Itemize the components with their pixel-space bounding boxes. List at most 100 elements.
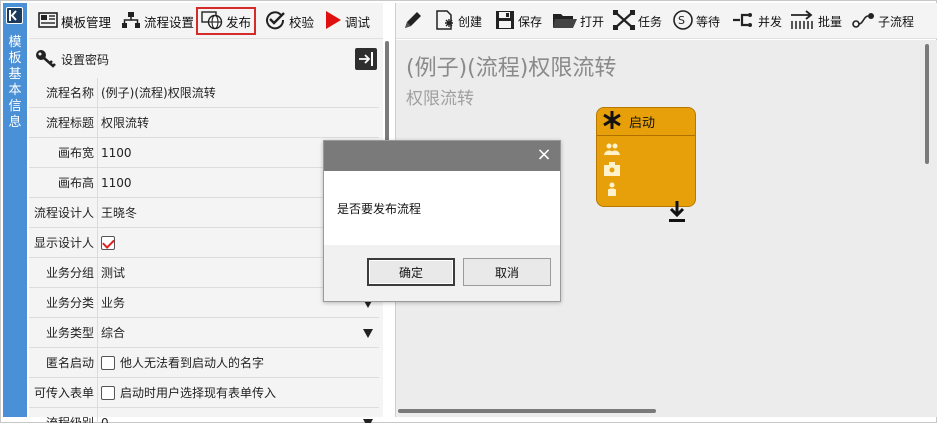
key-icon xyxy=(35,48,57,71)
dialog-footer: 确定 取消 xyxy=(324,245,560,301)
validate-label: 校验 xyxy=(289,14,315,30)
property-label: 业务分组 xyxy=(45,266,94,280)
debug-label: 调试 xyxy=(345,14,371,30)
property-label: 可传入表单 xyxy=(33,386,94,400)
template-manage-button[interactable]: 模板管理 xyxy=(35,8,114,34)
property-label: 流程名称 xyxy=(45,86,94,100)
set-password-label: 设置密码 xyxy=(61,52,110,67)
main-toolbar: 模板管理 流程设置 发布 校验 调试 xyxy=(29,3,383,39)
canvas-subtitle: 权限流转 xyxy=(406,89,474,109)
property-label: 业务分类 xyxy=(45,296,94,310)
open-button[interactable]: 打开 xyxy=(552,9,604,33)
save-icon xyxy=(494,9,516,34)
property-label: 流程设计人 xyxy=(33,206,94,220)
dialog-header: × xyxy=(324,141,560,171)
person-icon xyxy=(604,182,620,196)
download-arrow-icon[interactable] xyxy=(668,200,686,227)
save-button[interactable]: 保存 xyxy=(494,9,542,33)
wait-button[interactable]: S 等待 xyxy=(672,9,720,33)
show-designer-checkbox[interactable] xyxy=(101,235,115,250)
subflow-icon xyxy=(852,9,876,34)
canvas-title: (例子)(流程)权限流转 xyxy=(406,56,617,81)
anonymous-start-checkbox[interactable] xyxy=(101,355,115,370)
flow-settings-label: 流程设置 xyxy=(144,14,195,30)
task-button[interactable]: 任务 xyxy=(612,9,662,33)
select-value: 综合 xyxy=(101,326,126,340)
tab-label: 模板基本信息 xyxy=(8,35,22,130)
edit-button[interactable] xyxy=(402,9,424,33)
property-label: 流程级别 xyxy=(45,416,94,423)
batch-button[interactable]: 批量 xyxy=(790,9,842,33)
pass-form-cell: 启动时用户选择现有表单传入 xyxy=(97,377,379,408)
subflow-button[interactable]: 子流程 xyxy=(852,9,914,33)
canvas-vertical-scrollbar[interactable] xyxy=(925,44,929,164)
fork-icon xyxy=(732,9,756,34)
select-value: 业务 xyxy=(101,296,126,310)
flow-title-field[interactable]: 权限流转 xyxy=(97,107,379,138)
publish-button[interactable]: 发布 xyxy=(196,7,257,35)
pass-form-checkbox[interactable] xyxy=(101,385,115,400)
checkbox-caption: 他人无法看到启动人的名字 xyxy=(120,356,265,370)
business-type-select[interactable]: 综合 xyxy=(97,317,379,348)
property-row[interactable]: 流程标题 权限流转 xyxy=(29,107,379,138)
publish-confirm-dialog: × 是否要发布流程 确定 取消 xyxy=(323,140,561,302)
property-row[interactable]: 可传入表单 启动时用户选择现有表单传入 xyxy=(29,377,379,408)
new-file-icon xyxy=(434,9,456,34)
close-icon[interactable]: × xyxy=(536,146,552,164)
batch-icon xyxy=(790,9,816,34)
confirm-button[interactable]: 确定 xyxy=(367,258,455,286)
canvas-horizontal-scrollbar[interactable] xyxy=(398,409,656,413)
group-icon xyxy=(604,142,620,156)
create-button[interactable]: 创建 xyxy=(434,9,482,33)
property-row[interactable]: 流程名称 (例子)(流程)权限流转 xyxy=(29,77,379,108)
select-value: 0 xyxy=(101,415,109,423)
property-row[interactable]: 匿名启动 他人无法看到启动人的名字 xyxy=(29,347,379,378)
flow-settings-button[interactable]: 流程设置 xyxy=(118,8,197,34)
collapse-panel-button[interactable] xyxy=(355,48,377,70)
property-label: 画布高 xyxy=(57,176,94,190)
pencil-icon xyxy=(402,9,424,34)
template-icon xyxy=(38,11,58,32)
template-manage-label: 模板管理 xyxy=(61,14,112,30)
asterisk-icon xyxy=(601,109,623,135)
template-info-tab[interactable]: 模板基本信息 xyxy=(3,3,27,417)
flow-level-select[interactable]: 0 xyxy=(97,407,379,423)
task-label: 任务 xyxy=(638,14,663,29)
anonymous-start-cell: 他人无法看到启动人的名字 xyxy=(97,347,379,378)
subflow-label: 子流程 xyxy=(878,14,915,29)
property-label: 匿名启动 xyxy=(45,356,94,370)
play-icon xyxy=(324,10,342,33)
wait-label: 等待 xyxy=(696,14,721,29)
create-label: 创建 xyxy=(458,14,483,29)
folder-icon xyxy=(552,9,578,34)
back-icon[interactable] xyxy=(6,7,23,24)
parallel-label: 并发 xyxy=(758,14,783,29)
batch-label: 批量 xyxy=(818,14,843,29)
collapse-icon xyxy=(359,52,373,66)
wait-icon: S xyxy=(672,9,694,34)
globe-icon xyxy=(201,10,223,33)
start-node[interactable]: 启动 xyxy=(596,107,696,207)
chevron-down-icon[interactable] xyxy=(363,328,373,338)
start-node-header: 启动 xyxy=(597,108,695,136)
debug-button[interactable]: 调试 xyxy=(321,8,373,34)
svg-text:S: S xyxy=(678,14,685,27)
parallel-button[interactable]: 并发 xyxy=(732,9,782,33)
flow-tree-icon xyxy=(121,11,141,32)
save-label: 保存 xyxy=(518,14,543,29)
validate-button[interactable]: 校验 xyxy=(261,8,317,34)
chevron-down-icon[interactable] xyxy=(363,418,373,423)
property-label: 显示设计人 xyxy=(33,236,94,250)
publish-label: 发布 xyxy=(226,14,252,30)
cancel-button[interactable]: 取消 xyxy=(463,258,551,286)
checkbox-caption: 启动时用户选择现有表单传入 xyxy=(120,386,277,400)
role-card-icon xyxy=(604,162,620,176)
designer-toolbar: 创建 保存 打开 任务 S 等待 并发 批量 子流程 xyxy=(396,3,937,39)
set-password-row[interactable]: 设置密码 xyxy=(29,43,383,75)
property-label: 画布宽 xyxy=(57,146,94,160)
property-row[interactable]: 业务类型 综合 xyxy=(29,317,379,348)
flow-name-field[interactable]: (例子)(流程)权限流转 xyxy=(97,77,379,108)
property-row[interactable]: 流程级别 0 xyxy=(29,407,379,423)
start-node-label: 启动 xyxy=(629,116,656,131)
property-label: 流程标题 xyxy=(45,116,94,130)
